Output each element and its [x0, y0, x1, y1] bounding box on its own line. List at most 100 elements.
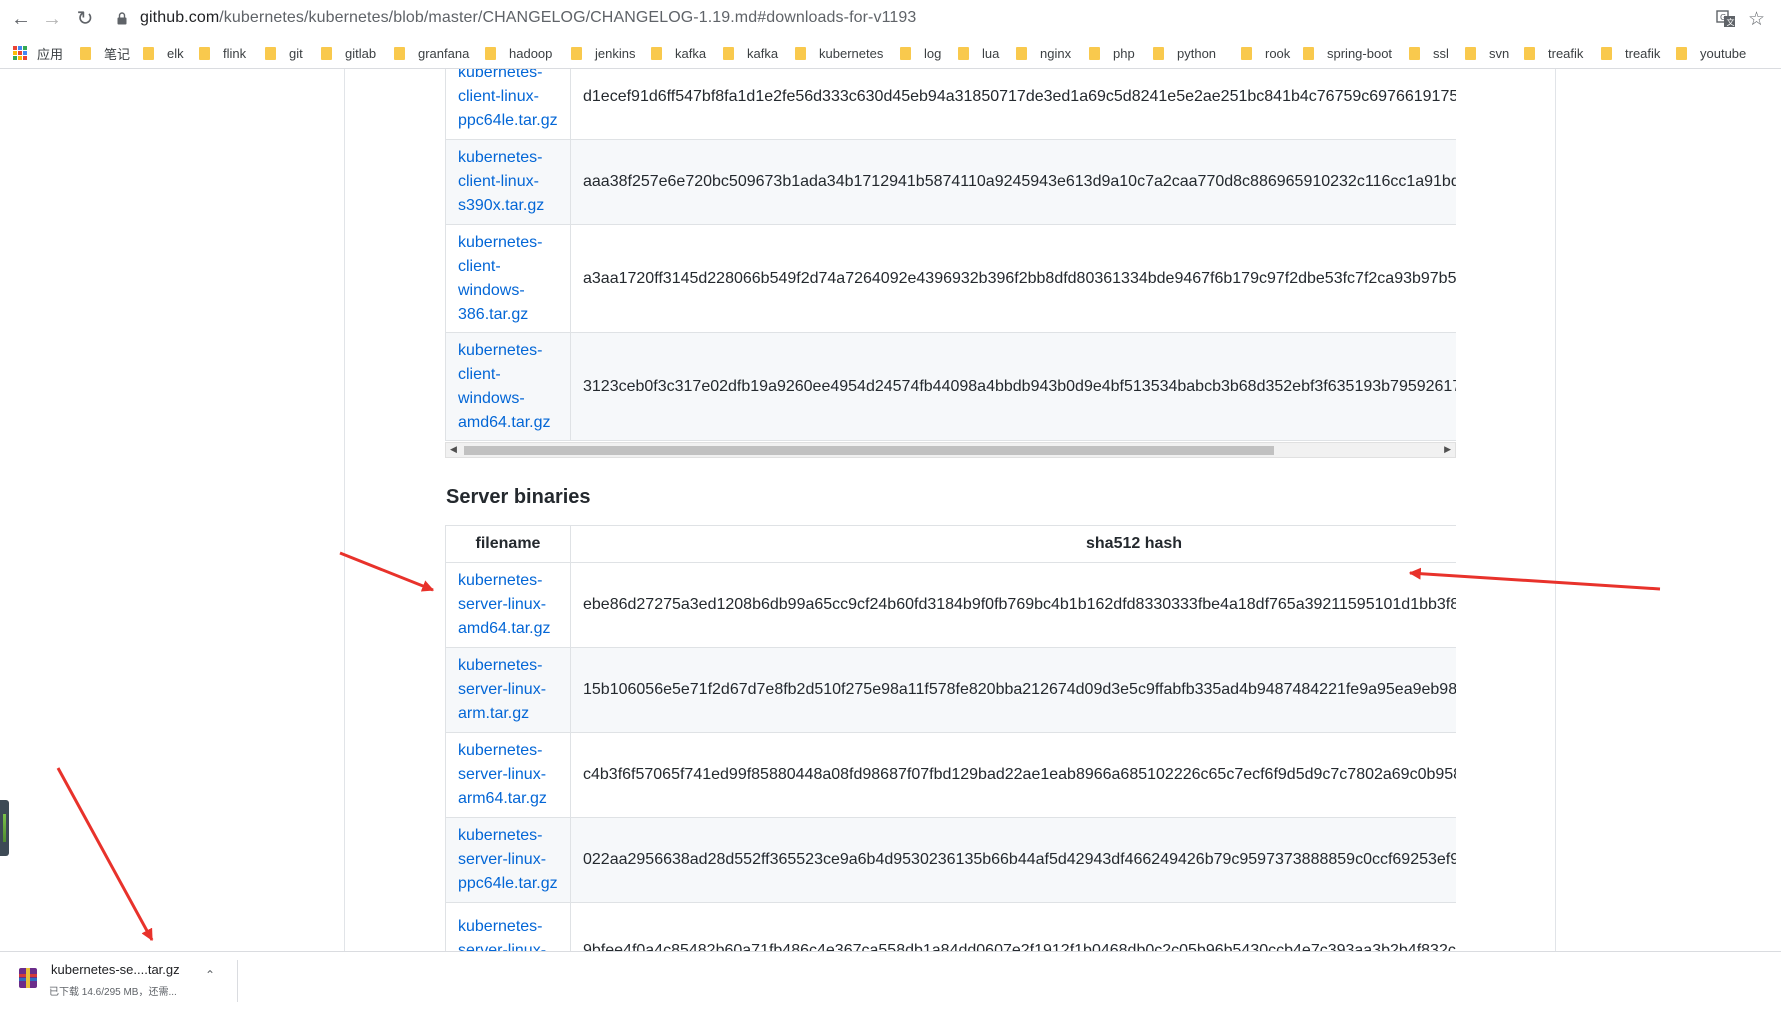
bookmark-folder[interactable]: youtube: [1676, 44, 1746, 62]
filename-link[interactable]: kubernetes-server-linux-arm.tar.gz: [445, 647, 571, 733]
filename-link[interactable]: kubernetes-client-windows- 386.tar.gz: [445, 224, 571, 333]
bookmark-folder[interactable]: jenkins: [571, 44, 635, 62]
filename-link[interactable]: kubernetes-client-linux-s390x.tar.gz: [445, 139, 571, 225]
folder-icon: [795, 46, 806, 60]
bookmark-folder[interactable]: spring-boot: [1303, 44, 1392, 62]
bookmark-folder[interactable]: git: [265, 44, 303, 62]
server-binaries-table: filename sha512 hash kubernetes-server-l…: [445, 525, 1456, 951]
bookmark-folder[interactable]: treafik: [1601, 44, 1660, 62]
bookmarks-bar: 应用 笔记 elk flink git gitlab granfana hado…: [0, 38, 1781, 69]
svg-text:G: G: [1720, 13, 1726, 22]
bookmark-folder[interactable]: 笔记: [80, 44, 130, 62]
reload-icon[interactable]: ↻: [73, 7, 97, 31]
scroll-left-icon[interactable]: ◀: [450, 444, 457, 455]
bookmark-label: lua: [982, 45, 1000, 61]
bookmark-label: kafka: [747, 45, 779, 61]
table-row: kubernetes-server-linux- 9bfee4f0a4c8548…: [445, 902, 1456, 951]
bookmark-label: granfana: [418, 45, 470, 61]
download-filename[interactable]: kubernetes-se....tar.gz: [51, 962, 180, 977]
bookmark-folder[interactable]: rook: [1241, 44, 1290, 62]
sha512-hash: ebe86d27275a3ed1208b6db99a65cc9cf24b60fd…: [570, 562, 1456, 648]
bookmark-folder[interactable]: nginx: [1016, 44, 1071, 62]
translate-icon[interactable]: G 文: [1716, 9, 1736, 29]
bookmark-star-icon[interactable]: ☆: [1748, 8, 1765, 31]
bookmark-label: python: [1177, 45, 1217, 61]
side-extension-handle[interactable]: [0, 800, 9, 856]
back-arrow-icon[interactable]: ←: [9, 7, 33, 31]
table-row: kubernetes-server-linux-arm64.tar.gz c4b…: [445, 732, 1456, 818]
download-divider: [237, 960, 238, 1002]
content-border-left: [344, 69, 345, 951]
filename-link[interactable]: kubernetes-client-linux-ppc64le.tar.gz: [445, 69, 571, 140]
sha512-hash: 9bfee4f0a4c85482b60a71fb486c4e367ca558db…: [570, 902, 1456, 951]
url-path: /kubernetes/kubernetes/blob/master/CHANG…: [219, 9, 917, 26]
folder-icon: [1153, 46, 1164, 60]
bookmark-folder[interactable]: svn: [1465, 44, 1509, 62]
filename-link[interactable]: kubernetes-client-windows-amd64.tar.gz: [445, 332, 571, 441]
bookmark-label: elk: [167, 45, 184, 61]
table-row: kubernetes-client-windows-amd64.tar.gz 3…: [445, 332, 1456, 441]
bookmark-label: kubernetes: [819, 45, 884, 61]
bookmark-folder[interactable]: kubernetes: [795, 44, 883, 62]
column-header-hash: sha512 hash: [570, 525, 1456, 563]
url-host: github.com: [140, 9, 220, 26]
bookmark-folder[interactable]: flink: [199, 44, 246, 62]
bookmark-folder[interactable]: python: [1153, 44, 1216, 62]
folder-icon: [1016, 46, 1027, 60]
sha512-hash: aaa38f257e6e720bc509673b1ada34b1712941b5…: [570, 139, 1456, 225]
folder-icon: [1676, 46, 1687, 60]
filename-link[interactable]: kubernetes-server-linux-arm64.tar.gz: [445, 732, 571, 818]
filename-link[interactable]: kubernetes-server-linux-ppc64le.tar.gz: [445, 817, 571, 903]
bookmark-folder[interactable]: treafik: [1524, 44, 1583, 62]
bookmark-folder[interactable]: elk: [143, 44, 184, 62]
bookmark-apps[interactable]: 应用: [13, 44, 63, 62]
bookmark-label: treafik: [1548, 45, 1584, 61]
bookmark-label: 笔记: [104, 46, 131, 62]
folder-icon: [485, 46, 496, 60]
folder-icon: [723, 46, 734, 60]
section-heading: Server binaries: [446, 486, 591, 508]
scroll-right-icon[interactable]: ▶: [1444, 444, 1451, 455]
bookmark-folder[interactable]: kafka: [651, 44, 706, 62]
folder-icon: [900, 46, 911, 60]
folder-icon: [394, 46, 405, 60]
scrollbar-thumb[interactable]: [464, 446, 1274, 455]
table-row: kubernetes-client-linux-ppc64le.tar.gz d…: [445, 69, 1456, 140]
sha512-hash: 3123ceb0f3c317e02dfb19a9260ee4954d24574f…: [570, 332, 1456, 441]
folder-icon: [80, 46, 91, 60]
bookmark-folder[interactable]: hadoop: [485, 44, 552, 62]
folder-icon: [1409, 46, 1420, 60]
folder-icon: [265, 46, 276, 60]
forward-arrow-icon[interactable]: →: [40, 7, 64, 31]
bookmark-label: flink: [223, 45, 247, 61]
folder-icon: [1089, 46, 1100, 60]
bookmark-label: kafka: [675, 45, 707, 61]
table-row: kubernetes-client-windows- 386.tar.gz a3a…: [445, 224, 1456, 333]
bookmark-folder[interactable]: ssl: [1409, 44, 1449, 62]
address-bar[interactable]: github.com/kubernetes/kubernetes/blob/ma…: [140, 9, 916, 27]
folder-icon: [651, 46, 662, 60]
download-status: 已下载 14.6/295 MB，还需...: [49, 987, 177, 998]
chevron-up-icon[interactable]: ⌃: [205, 968, 215, 982]
folder-icon: [1465, 46, 1476, 60]
folder-icon: [958, 46, 969, 60]
bookmark-folder[interactable]: kafka: [723, 44, 778, 62]
table-row: kubernetes-client-linux-s390x.tar.gz aaa…: [445, 139, 1456, 225]
bookmark-folder[interactable]: php: [1089, 44, 1135, 62]
table-row: kubernetes-server-linux-ppc64le.tar.gz 0…: [445, 817, 1456, 903]
bookmark-folder[interactable]: log: [900, 44, 941, 62]
apps-grid-icon: [13, 46, 27, 60]
bookmark-folder[interactable]: gitlab: [321, 44, 376, 62]
folder-icon: [1524, 46, 1535, 60]
bookmark-folder[interactable]: granfana: [394, 44, 469, 62]
sha512-hash: 022aa2956638ad28d552ff365523ce9a6b4d9530…: [570, 817, 1456, 903]
bookmark-folder[interactable]: lua: [958, 44, 999, 62]
filename-link[interactable]: kubernetes-server-linux-: [445, 902, 571, 951]
filename-link[interactable]: kubernetes-server-linux-amd64.tar.gz: [445, 562, 571, 648]
svg-text:文: 文: [1727, 17, 1735, 27]
folder-icon: [1303, 46, 1314, 60]
horizontal-scrollbar[interactable]: ◀ ▶: [445, 442, 1456, 458]
sha512-hash: a3aa1720ff3145d228066b549f2d74a7264092e4…: [570, 224, 1456, 333]
bookmark-label: ssl: [1433, 45, 1449, 61]
folder-icon: [1601, 46, 1612, 60]
